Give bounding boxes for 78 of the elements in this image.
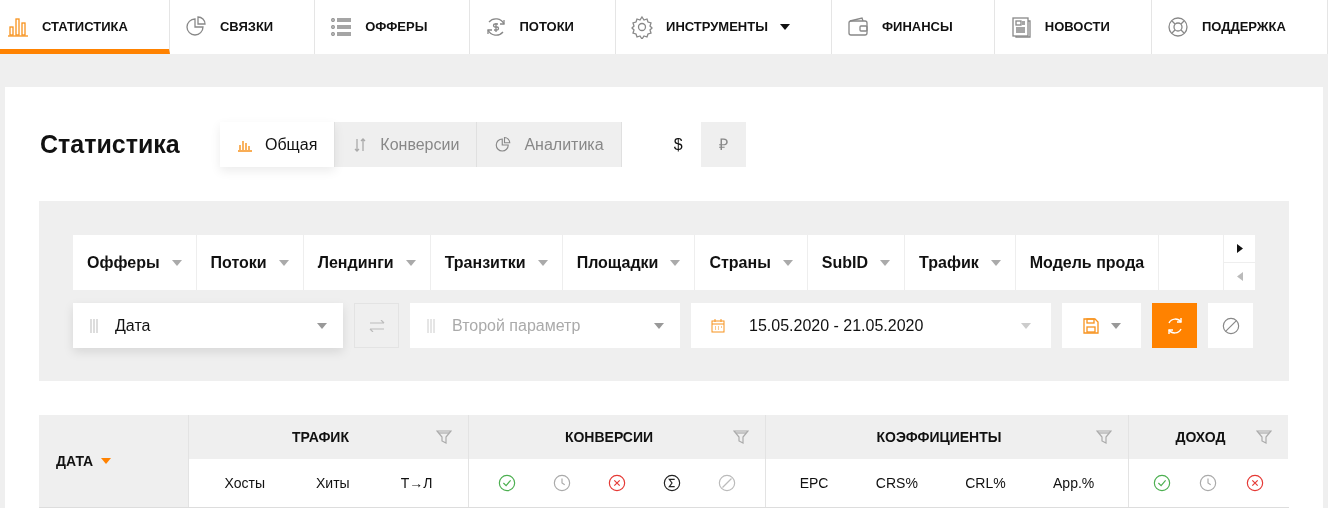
group-tab[interactable]: Лендинги — [303, 235, 431, 290]
column-icon — [89, 318, 99, 333]
column-header: CRS% — [875, 473, 918, 493]
column-header: Хосты — [224, 473, 265, 493]
blocked-icon — [1221, 316, 1240, 335]
group-tab[interactable]: Страны — [695, 235, 808, 290]
first-param-select[interactable]: Дата — [73, 303, 343, 348]
caret-icon — [317, 322, 327, 329]
clock-icon — [552, 474, 571, 492]
left-arrow-icon — [1236, 272, 1243, 281]
group-header: ТРАФИК — [291, 427, 350, 447]
caret-icon — [779, 24, 790, 30]
caret-icon — [1110, 322, 1121, 329]
nav-tab[interactable]: ПОТОКИ — [469, 0, 617, 54]
caret-icon — [670, 259, 681, 266]
filter-icon[interactable] — [1096, 430, 1112, 444]
cross-icon — [607, 474, 626, 492]
blocked-icon — [718, 474, 737, 492]
nav-tab[interactable]: СВЯЗКИ — [169, 0, 316, 54]
caret-icon — [405, 259, 416, 266]
calendar-icon — [711, 318, 725, 333]
gear-icon — [630, 15, 655, 39]
date-column-header[interactable]: ДАТА — [39, 415, 188, 507]
nav-tab[interactable]: ФИНАНСЫ — [832, 0, 995, 54]
view-tab[interactable]: Общая — [220, 122, 336, 167]
group-header: КОЭФФИЦИЕНТЫ — [875, 427, 1003, 447]
nav-tab[interactable]: НОВОСТИ — [994, 0, 1152, 54]
group-tab[interactable]: Офферы — [73, 235, 197, 290]
group-tab[interactable]: Модель прода — [1015, 235, 1160, 290]
swap-button[interactable] — [354, 303, 399, 348]
wallet-icon — [846, 15, 870, 39]
chart-icon — [6, 15, 30, 39]
caret-icon — [171, 259, 182, 266]
column-icon — [426, 318, 436, 333]
caret-icon — [101, 458, 112, 464]
caret-icon — [1021, 322, 1031, 329]
currency-tab[interactable]: $ — [655, 122, 701, 167]
column-header: Хиты — [316, 473, 350, 493]
sum-icon — [663, 474, 682, 492]
pie-chart-icon — [494, 135, 513, 154]
swap-icon — [368, 319, 385, 332]
caret-icon — [278, 259, 289, 266]
right-arrow-icon — [1236, 244, 1243, 253]
filter-icon[interactable] — [1256, 430, 1272, 444]
clock-icon — [1199, 474, 1218, 492]
cross-icon — [1245, 474, 1264, 492]
nav-tab[interactable]: ИНСТРУМЕНТЫ — [616, 0, 832, 54]
group-header: КОНВЕРСИИ — [563, 427, 655, 447]
list-icon — [329, 15, 354, 39]
caret-icon — [654, 322, 664, 329]
column-header: EPC — [799, 473, 829, 493]
date-range-field[interactable]: 15.05.2020 - 21.05.2020 — [691, 303, 1051, 348]
nav-tab[interactable]: ПОДДЕРЖКА — [1151, 0, 1328, 54]
pie-icon — [183, 15, 208, 39]
caret-icon — [782, 259, 793, 266]
nav-tab[interactable]: ОФФЕРЫ — [315, 0, 470, 54]
nav-tab[interactable]: СТАТИСТИКА — [0, 0, 170, 54]
approved-icon — [497, 474, 516, 492]
group-tab[interactable]: Площадки — [562, 235, 696, 290]
group-header: ДОХОД — [1174, 427, 1227, 447]
group-tab[interactable]: Потоки — [196, 235, 304, 290]
page-title: Статистика — [40, 128, 181, 160]
filter-icon[interactable] — [436, 430, 452, 444]
caret-icon — [990, 259, 1001, 266]
approved-icon — [1153, 474, 1172, 492]
column-header: CRL% — [965, 473, 1006, 493]
group-tab[interactable]: SubID — [807, 235, 906, 290]
save-dropdown-button[interactable] — [1062, 303, 1141, 348]
filter-icon[interactable] — [733, 430, 749, 444]
refresh-button[interactable] — [1152, 303, 1197, 348]
reset-button[interactable] — [1208, 303, 1253, 348]
group-tab[interactable]: Транзитки — [430, 235, 563, 290]
caret-icon — [880, 259, 891, 266]
column-header: Т→Л — [400, 473, 433, 493]
lifebuoy-icon — [1165, 15, 1190, 39]
caret-icon — [537, 259, 548, 266]
group-tab[interactable]: Трафик — [905, 235, 1016, 290]
column-header: App.% — [1053, 473, 1095, 493]
